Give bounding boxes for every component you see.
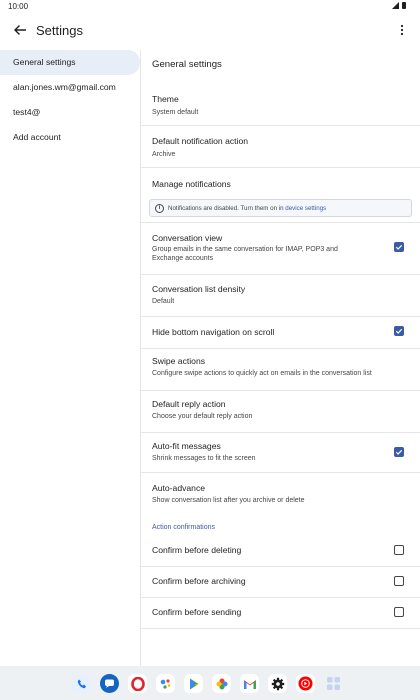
check-icon: [395, 244, 403, 250]
play-glyph: [189, 678, 198, 689]
setting-description: Show conversation list after you archive…: [152, 497, 305, 504]
setting-description: Group emails in the same conversation fo…: [152, 246, 338, 262]
sidebar-item-general-settings[interactable]: General settings: [0, 50, 140, 75]
setting-description: Configure swipe actions to quickly act o…: [152, 370, 372, 377]
opera-glyph: [130, 676, 145, 691]
setting-title: Conversation view: [152, 233, 223, 243]
assistant-glyph: [160, 678, 170, 689]
info-icon: i: [155, 204, 164, 213]
notifications-disabled-notice: i Notifications are disabled. Turn them …: [149, 199, 412, 217]
grid-glyph: [327, 677, 340, 690]
gmail-icon[interactable]: [240, 674, 259, 693]
status-bar: 10:00: [0, 0, 420, 12]
setting-description: Shrink messages to fit the screen: [152, 455, 256, 462]
status-time: 10:00: [8, 2, 29, 11]
check-icon: [395, 328, 403, 334]
setting-auto-advance[interactable]: Auto-advance Show conversation list afte…: [141, 473, 420, 515]
confirm-deleting-checkbox[interactable]: [394, 545, 404, 555]
app-dock: [0, 666, 420, 700]
sidebar-item-account-alan[interactable]: alan.jones.wm@gmail.com: [0, 75, 140, 100]
auto-fit-checkbox[interactable]: [394, 447, 404, 457]
phone-icon[interactable]: [72, 674, 91, 693]
setting-value: Default: [152, 298, 175, 305]
phone-handset-glyph: [77, 679, 86, 688]
setting-confirm-archiving[interactable]: Confirm before archiving: [141, 567, 420, 598]
section-title: General settings: [152, 59, 222, 70]
confirm-sending-checkbox[interactable]: [394, 607, 404, 617]
setting-title: Default reply action: [152, 399, 226, 409]
photos-icon[interactable]: [212, 674, 231, 693]
setting-title: Swipe actions: [152, 356, 206, 366]
setting-title: Confirm before sending: [152, 607, 242, 617]
settings-pane: General settings Theme System default De…: [141, 50, 420, 666]
settings-icon[interactable]: [268, 674, 287, 693]
device-settings-link[interactable]: device settings: [285, 205, 326, 212]
conversation-view-checkbox[interactable]: [394, 242, 404, 252]
page-title: Settings: [36, 23, 83, 38]
setting-title: Default notification action: [152, 136, 249, 146]
play-store-icon[interactable]: [184, 674, 203, 693]
setting-confirm-sending[interactable]: Confirm before sending: [141, 598, 420, 629]
app-bar: Settings: [0, 14, 420, 46]
setting-title: Hide bottom navigation on scroll: [152, 327, 275, 337]
setting-swipe-actions[interactable]: Swipe actions Configure swipe actions to…: [141, 349, 420, 391]
setting-title: Conversation list density: [152, 284, 246, 294]
setting-confirm-deleting[interactable]: Confirm before deleting: [141, 536, 420, 567]
check-icon: [395, 449, 403, 455]
setting-theme[interactable]: Theme System default: [141, 84, 420, 126]
assistant-icon[interactable]: [156, 674, 175, 693]
arrow-back-icon: [14, 25, 26, 35]
notice-text: Notifications are disabled. Turn them on…: [168, 205, 327, 212]
status-icons: [392, 2, 406, 9]
sidebar-item-add-account[interactable]: Add account: [0, 125, 140, 150]
setting-title: Auto-advance: [152, 483, 206, 493]
sidebar-item-account-test4[interactable]: test4@: [0, 100, 140, 125]
setting-value: System default: [152, 109, 199, 116]
action-confirmations-header: Action confirmations: [152, 524, 216, 531]
app-drawer-icon[interactable]: [324, 674, 343, 693]
setting-title: Theme: [152, 94, 179, 104]
setting-title: Auto-fit messages: [152, 441, 221, 451]
setting-description: Choose your default reply action: [152, 413, 253, 420]
setting-conversation-list-density[interactable]: Conversation list density Default: [141, 275, 420, 317]
setting-default-reply-action[interactable]: Default reply action Choose your default…: [141, 391, 420, 433]
youtube-music-icon[interactable]: [296, 674, 315, 693]
sidebar: General settings alan.jones.wm@gmail.com…: [0, 50, 140, 666]
setting-value: Archive: [152, 151, 176, 158]
setting-auto-fit-messages[interactable]: Auto-fit messages Shrink messages to fit…: [141, 433, 420, 473]
more-options-button[interactable]: [396, 20, 408, 40]
signal-icon: [392, 2, 399, 9]
setting-hide-bottom-navigation[interactable]: Hide bottom navigation on scroll: [141, 317, 420, 349]
setting-title: Confirm before archiving: [152, 576, 246, 586]
setting-title: Manage notifications: [152, 179, 231, 189]
yt-music-glyph: [298, 676, 313, 691]
chat-bubble-glyph: [105, 679, 114, 688]
setting-title: Confirm before deleting: [152, 545, 242, 555]
gear-glyph: [271, 677, 284, 690]
messages-icon[interactable]: [100, 674, 119, 693]
more-vert-icon: [400, 24, 404, 36]
hide-navigation-checkbox[interactable]: [394, 326, 404, 336]
back-button[interactable]: [10, 20, 30, 40]
confirm-archiving-checkbox[interactable]: [394, 576, 404, 586]
gmail-glyph: [243, 679, 256, 689]
battery-icon: [402, 2, 406, 9]
opera-icon[interactable]: [128, 674, 147, 693]
setting-default-notification-action[interactable]: Default notification action Archive: [141, 126, 420, 168]
setting-conversation-view[interactable]: Conversation view Group emails in the sa…: [141, 223, 420, 275]
pinwheel-glyph: [216, 678, 227, 689]
